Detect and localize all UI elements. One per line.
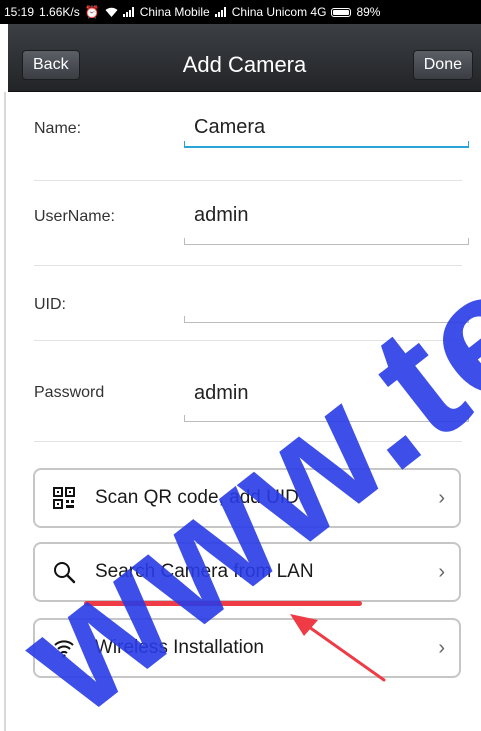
left-edge-line <box>4 92 6 731</box>
divider <box>34 340 462 341</box>
username-input-underline <box>184 238 469 245</box>
uid-label: UID: <box>34 296 66 313</box>
status-bar: 15:19 1.66K/s ⏰ China Mobile China Unico… <box>0 0 481 24</box>
qr-code-icon <box>49 487 79 509</box>
chevron-right-icon: › <box>438 636 445 659</box>
search-lan-button[interactable]: Search Camera from LAN › <box>33 542 461 602</box>
scan-qr-label: Scan QR code, add UID <box>95 487 299 508</box>
status-speed: 1.66K/s <box>39 5 80 19</box>
name-input-underline <box>184 141 469 148</box>
divider <box>34 180 462 181</box>
password-input-underline <box>184 415 469 422</box>
search-icon <box>49 560 79 584</box>
alarm-icon: ⏰ <box>84 5 100 19</box>
status-carrier-1: China Mobile <box>139 5 210 19</box>
uid-input-underline <box>184 316 469 323</box>
divider <box>34 441 462 442</box>
navigation-bar: Back Add Camera Done <box>8 24 481 92</box>
battery-icon <box>331 7 352 17</box>
name-label: Name: <box>34 120 82 137</box>
wifi-status-icon <box>105 7 118 18</box>
name-input[interactable]: Camera <box>194 116 265 139</box>
chevron-right-icon: › <box>438 486 445 509</box>
signal-icon <box>122 7 135 17</box>
wireless-installation-button[interactable]: Wireless Installation › <box>33 618 461 678</box>
divider <box>34 265 462 266</box>
status-battery: 89% <box>356 5 381 19</box>
scan-qr-button[interactable]: Scan QR code, add UID › <box>33 468 461 528</box>
password-label: Password <box>34 384 105 401</box>
search-lan-label: Search Camera from LAN <box>95 561 314 582</box>
wifi-icon <box>49 638 79 658</box>
page-title: Add Camera <box>182 52 307 77</box>
chevron-right-icon: › <box>438 560 445 583</box>
highlight-underline <box>84 601 362 606</box>
password-input[interactable]: admin <box>194 382 248 405</box>
annotation-arrow-icon <box>290 614 386 682</box>
username-input[interactable]: admin <box>194 204 248 227</box>
username-label: UserName: <box>34 208 115 225</box>
signal-icon <box>214 7 227 17</box>
status-time: 15:19 <box>4 5 35 19</box>
done-button[interactable]: Done <box>412 50 473 80</box>
status-carrier-2: China Unicom 4G <box>231 5 327 19</box>
